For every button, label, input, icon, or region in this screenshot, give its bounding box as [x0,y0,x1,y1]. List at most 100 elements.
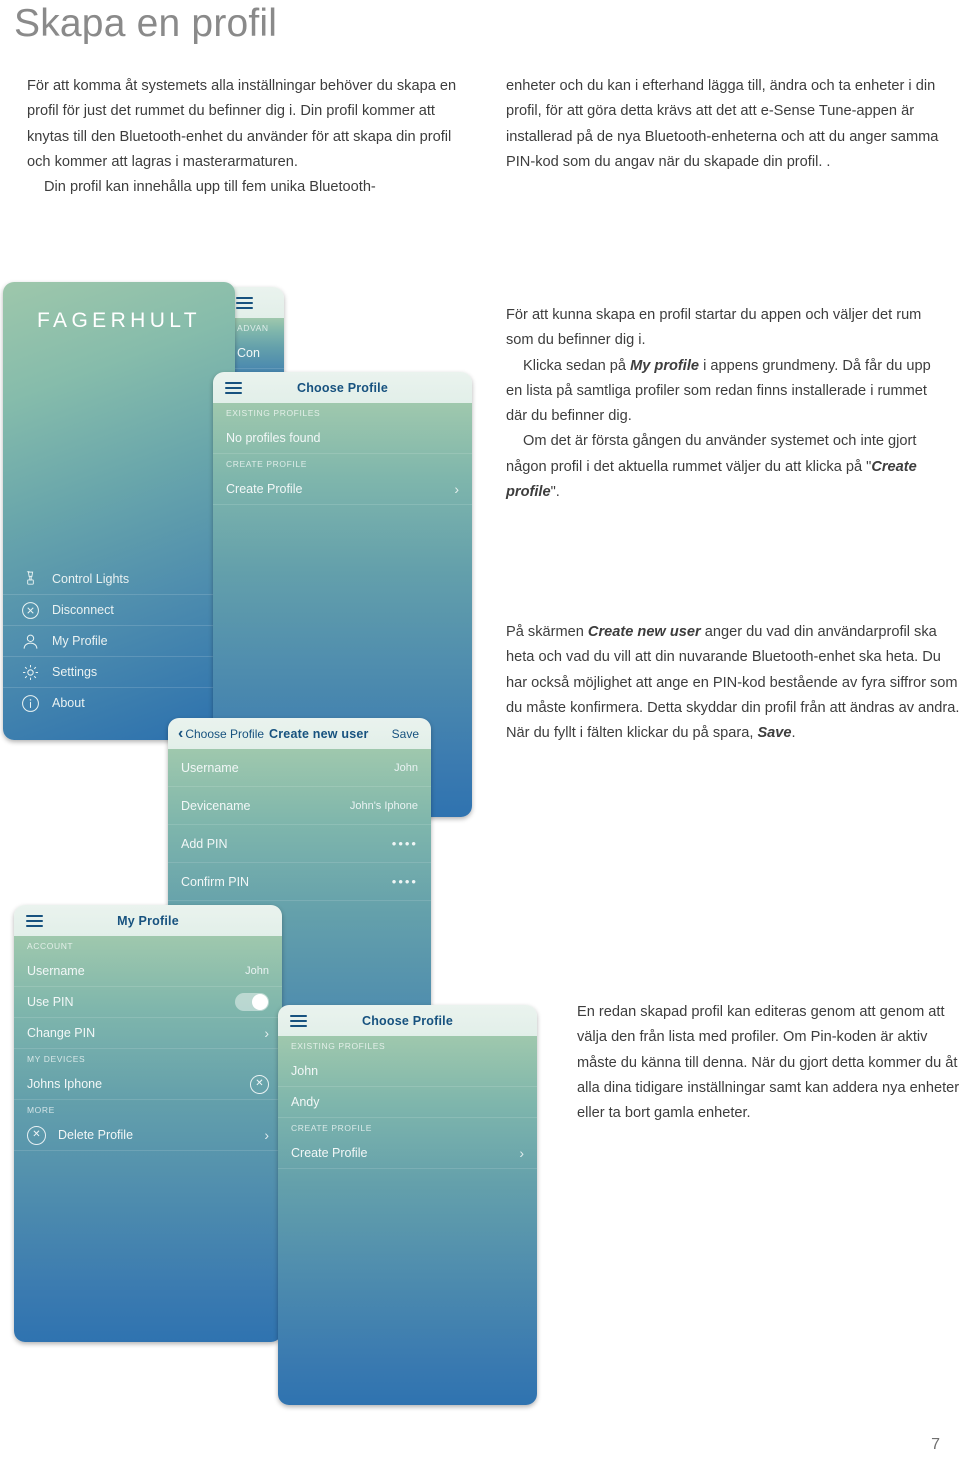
screenshot-my-profile: My Profile ACCOUNT Username John Use PIN… [14,905,282,1342]
body-c-p1: En redan skapad profil kan editeras geno… [577,1004,960,1122]
save-button[interactable]: Save [392,727,419,741]
device-row[interactable]: Johns Iphone ✕ [14,1069,282,1100]
body-a-p2-pre: Klicka sedan på [523,357,631,374]
use-pin-label: Use PIN [27,995,74,1009]
add-pin-field-row[interactable]: Add PIN •••• [168,825,431,863]
choose-profile-titlebar: Choose Profile [278,1005,537,1036]
section-account: ACCOUNT [27,941,74,951]
menu-item-label: Disconnect [52,603,114,617]
intro-paragraph-3: enheter och du kan i efterhand lägga til… [506,78,939,170]
page-title: Skapa en profil [14,2,278,45]
section-more: MORE [27,1105,55,1115]
body-b-emphasis-1: Create new user [587,624,701,640]
choose-profile-titlebar: Choose Profile [213,372,472,403]
back-button[interactable]: ‹ Choose Profile [178,724,265,742]
intro-right-column: enheter och du kan i efterhand lägga til… [506,74,946,175]
confirm-pin-field-row[interactable]: Confirm PIN •••• [168,863,431,901]
username-row[interactable]: Username John [14,956,282,987]
delete-profile-row[interactable]: ✕ Delete Profile › [14,1120,282,1151]
screenshot-fagerhult-menu: FAGERHULT Control Lights Disconnect My P… [3,282,235,740]
add-pin-value[interactable]: •••• [392,836,418,851]
use-pin-row[interactable]: Use PIN [14,987,282,1018]
intro-left-column: För att komma åt systemets alla inställn… [27,74,457,200]
username-value[interactable]: John [394,762,418,774]
intro-paragraph-2: Din profil kan innehålla upp till fem un… [44,179,376,196]
screenshot-choose-profile-list: Choose Profile EXISTING PROFILES John An… [278,1005,537,1405]
intro-paragraph-1: För att komma åt systemets alla inställn… [27,78,457,170]
body-text-a: För att kunna skapa en profil startar du… [506,303,946,505]
choose-profile-title: Choose Profile [361,1013,453,1028]
my-profile-title: My Profile [117,913,179,928]
devicename-field-row[interactable]: Devicename John's Iphone [168,787,431,825]
back-button-label: Choose Profile [185,726,265,741]
chevron-right-icon: › [264,1025,269,1041]
profile-row-john[interactable]: John [278,1056,537,1087]
section-create-profile: CREATE PROFILE [291,1123,372,1133]
close-circle-icon [19,599,42,622]
menu-item-about[interactable]: About [3,687,235,718]
chevron-left-icon: ‹ [178,724,184,742]
change-pin-label: Change PIN [27,1026,96,1040]
username-field-row[interactable]: Username John [168,749,431,787]
lamp-icon [19,567,42,590]
menu-list: Control Lights Disconnect My Profile Set… [3,563,235,718]
menu-item-settings[interactable]: Settings [3,656,235,687]
hamburger-menu-icon[interactable] [225,381,242,394]
use-pin-toggle[interactable] [235,993,269,1011]
confirm-pin-label: Confirm PIN [181,874,250,889]
person-icon [19,630,42,653]
menu-item-label: Settings [52,665,98,679]
create-profile-label: Create Profile [291,1146,368,1160]
body-b-post: . [791,725,796,742]
hamburger-menu-icon[interactable] [290,1014,307,1027]
profile-label: Andy [291,1095,320,1109]
create-profile-row[interactable]: Create Profile › [213,474,472,505]
body-b-pre: På skärmen [506,624,588,640]
body-text-c: En redan skapad profil kan editeras geno… [577,1000,960,1126]
body-b-p1: På skärmen Create new user anger du vad … [506,620,960,746]
create-profile-label: Create Profile [226,482,303,496]
device-label: Johns Iphone [27,1077,103,1091]
page-number: 7 [931,1436,940,1453]
confirm-pin-value[interactable]: •••• [392,874,418,889]
no-profiles-row: No profiles found [213,423,472,454]
menu-item-my-profile[interactable]: My Profile [3,625,235,656]
section-existing-profiles: EXISTING PROFILES [291,1041,386,1051]
change-pin-row[interactable]: Change PIN › [14,1018,282,1049]
chevron-right-icon: › [519,1145,524,1161]
menu-item-control-lights[interactable]: Control Lights [3,563,235,594]
menu-item-label: My Profile [52,634,108,648]
username-label: Username [27,964,85,978]
delete-profile-icon: ✕ [27,1125,46,1145]
profile-row-andy[interactable]: Andy [278,1087,537,1118]
body-a-p2: Klicka sedan på My profile i appens grun… [506,354,946,430]
remove-device-icon[interactable]: ✕ [250,1074,269,1094]
devicename-label: Devicename [181,798,251,813]
chevron-right-icon: › [454,481,459,497]
username-label: Username [181,760,239,775]
hamburger-menu-icon[interactable] [26,914,43,927]
fagerhult-logo: FAGERHULT [36,309,202,332]
my-profile-titlebar: My Profile [14,905,282,936]
body-a-p3: Om det är första gången du använder syst… [506,429,946,505]
create-profile-row[interactable]: Create Profile › [278,1138,537,1169]
menu-item-disconnect[interactable]: Disconnect [3,594,235,625]
body-a-p3-post: ". [550,484,560,501]
create-user-titlebar: ‹ Choose Profile Create new user Save [168,718,431,749]
body-text-b: På skärmen Create new user anger du vad … [506,620,960,746]
body-a-p2-emphasis: My profile [630,357,700,374]
choose-profile-body: EXISTING PROFILES John Andy CREATE PROFI… [278,1036,537,1405]
menu-item-label: Control Lights [52,571,130,586]
add-pin-label: Add PIN [181,836,228,851]
choose-profile-title: Choose Profile [296,380,388,395]
section-existing-profiles: EXISTING PROFILES [226,408,321,418]
profile-label: John [291,1064,319,1078]
chevron-right-icon: › [264,1127,269,1143]
username-value: John [245,965,269,977]
my-profile-body: ACCOUNT Username John Use PIN Change PIN… [14,936,282,1342]
delete-profile-label: Delete Profile [58,1128,134,1142]
body-b-emphasis-2: Save [757,725,792,742]
hamburger-menu-icon[interactable] [236,296,253,309]
devicename-value[interactable]: John's Iphone [350,800,418,812]
no-profiles-label: No profiles found [226,431,321,445]
